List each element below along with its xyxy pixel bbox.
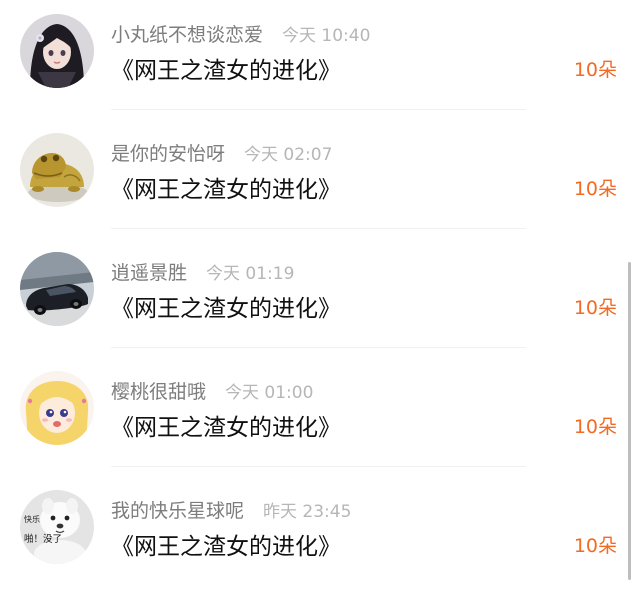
book-title[interactable]: 《网王之渣女的进化》	[111, 289, 341, 323]
avatar-caption: 快乐	[24, 514, 40, 524]
divider	[111, 466, 526, 467]
sailor-moon-avatar-icon	[20, 371, 94, 445]
username[interactable]: 樱桃很甜哦	[111, 377, 206, 404]
list-item[interactable]: 逍遥景胜 今天 01:19 《网王之渣女的进化》 10朵	[0, 238, 640, 357]
username[interactable]: 逍遥景胜	[111, 258, 187, 285]
gift-count: 10朵	[573, 178, 617, 200]
avatar[interactable]	[20, 252, 94, 326]
avatar[interactable]	[20, 14, 94, 88]
username[interactable]: 我的快乐星球呢	[111, 496, 244, 523]
book-title[interactable]: 《网王之渣女的进化》	[111, 170, 341, 204]
divider	[111, 109, 526, 110]
divider	[111, 228, 526, 229]
timestamp: 昨天 23:45	[263, 502, 352, 522]
anime-girl-avatar-icon	[20, 14, 94, 88]
car-avatar-icon	[20, 252, 94, 326]
timestamp: 今天 02:07	[244, 145, 333, 165]
gift-count: 10朵	[573, 297, 617, 319]
avatar[interactable]: 快乐 啪！没了	[20, 490, 94, 564]
list-item[interactable]: 是你的安怡呀 今天 02:07 《网王之渣女的进化》 10朵	[0, 119, 640, 238]
list-item[interactable]: 快乐 啪！没了 我的快乐星球呢 昨天 23:45 《网王之渣女的进化》 10朵	[0, 476, 640, 595]
carved-toad-avatar-icon	[20, 133, 94, 207]
book-title[interactable]: 《网王之渣女的进化》	[111, 527, 341, 561]
gift-count: 10朵	[573, 535, 617, 557]
gift-count: 10朵	[573, 416, 617, 438]
dog-meme-avatar-icon: 快乐 啪！没了	[20, 490, 94, 564]
book-title[interactable]: 《网王之渣女的进化》	[111, 408, 341, 442]
list-item[interactable]: 樱桃很甜哦 今天 01:00 《网王之渣女的进化》 10朵	[0, 357, 640, 476]
avatar[interactable]	[20, 133, 94, 207]
item-meta: 逍遥景胜 今天 01:19	[111, 258, 294, 286]
vertical-scrollbar[interactable]	[628, 262, 631, 580]
timestamp: 今天 01:19	[206, 264, 295, 284]
item-meta: 我的快乐星球呢 昨天 23:45	[111, 496, 351, 524]
book-title[interactable]: 《网王之渣女的进化》	[111, 51, 341, 85]
item-meta: 是你的安怡呀 今天 02:07	[111, 139, 332, 167]
list-item[interactable]: 小丸纸不想谈恋爱 今天 10:40 《网王之渣女的进化》 10朵	[0, 0, 640, 119]
username[interactable]: 是你的安怡呀	[111, 139, 225, 166]
username[interactable]: 小丸纸不想谈恋爱	[111, 20, 263, 47]
avatar[interactable]	[20, 371, 94, 445]
divider	[111, 347, 526, 348]
avatar-caption: 啪！没了	[24, 533, 62, 545]
item-meta: 小丸纸不想谈恋爱 今天 10:40	[111, 20, 370, 48]
timestamp: 今天 10:40	[282, 26, 371, 46]
gift-record-list: 小丸纸不想谈恋爱 今天 10:40 《网王之渣女的进化》 10朵 是你的安怡呀	[0, 0, 640, 585]
timestamp: 今天 01:00	[225, 383, 314, 403]
item-meta: 樱桃很甜哦 今天 01:00	[111, 377, 313, 405]
gift-count: 10朵	[573, 59, 617, 81]
